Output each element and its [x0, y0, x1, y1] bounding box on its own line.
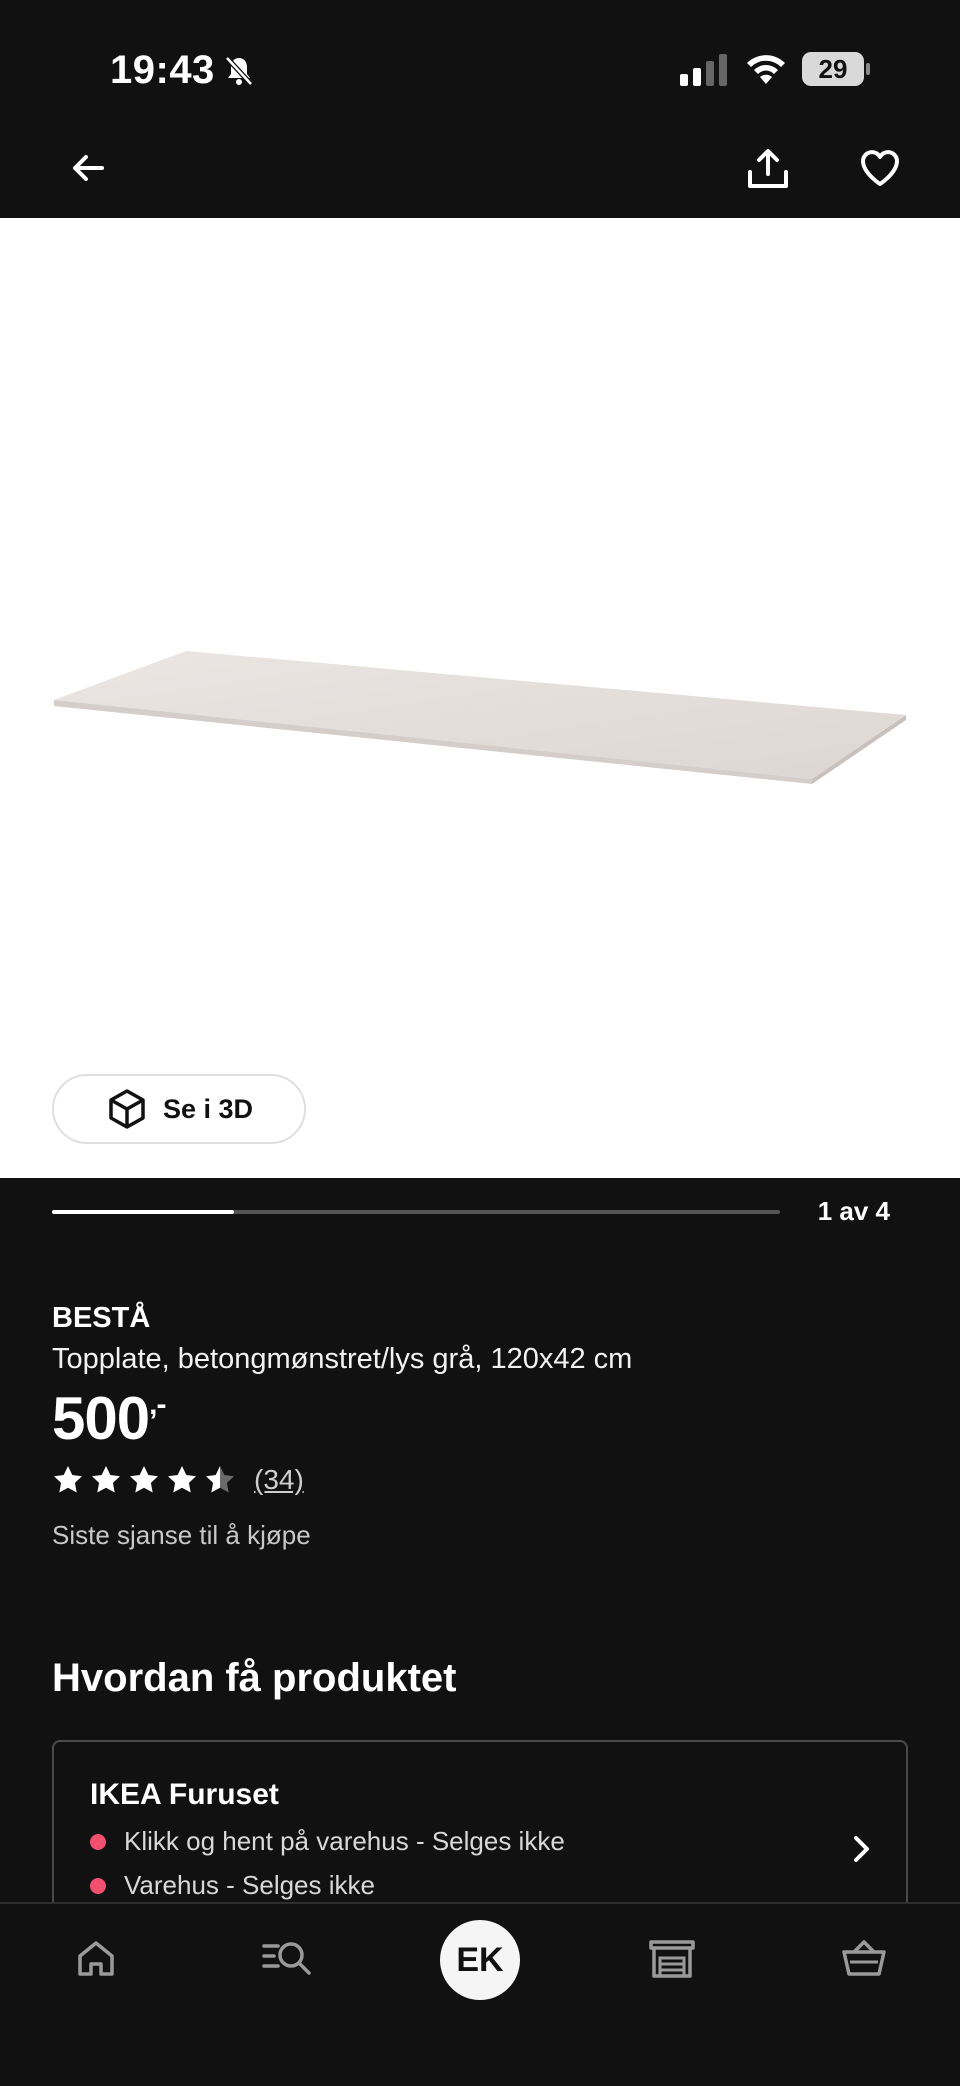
availability-note: Siste sjanse til å kjøpe: [52, 1520, 311, 1550]
availability-option: Klikk og hent på varehus - Selges ikke: [90, 1826, 565, 1857]
tab-basket[interactable]: [834, 1928, 894, 1988]
star-icon: [92, 1466, 120, 1493]
status-dot-icon: [90, 1833, 106, 1850]
tab-home[interactable]: [66, 1928, 126, 1988]
star-icon: [130, 1466, 158, 1493]
tab-profile-avatar[interactable]: EK: [440, 1920, 520, 2000]
share-button[interactable]: [740, 140, 796, 196]
cube-3d-icon: [109, 1089, 145, 1129]
favorite-button[interactable]: [852, 140, 908, 196]
basket-icon: [842, 1940, 886, 1976]
product-image-gallery[interactable]: [0, 218, 960, 1178]
battery-indicator: 29: [802, 52, 870, 86]
review-count-link[interactable]: (34): [254, 1464, 304, 1496]
product-image: [54, 651, 906, 784]
carousel-progress-fill: [52, 1210, 234, 1214]
star-icon: [206, 1466, 234, 1493]
store-name: IKEA Furuset: [90, 1778, 279, 1811]
top-navigation: [0, 130, 960, 218]
product-price: 500,-: [52, 1384, 166, 1453]
wifi-icon: [747, 55, 785, 84]
home-icon: [78, 1941, 114, 1976]
availability-option-label: Varehus - Selges ikke: [124, 1870, 375, 1900]
arrow-left-icon: [73, 155, 104, 181]
heart-icon: [861, 150, 899, 186]
product-rating[interactable]: (34): [52, 1464, 304, 1496]
how-to-get-title: Hvordan få produktet: [52, 1656, 457, 1700]
bell-muted-icon: [225, 56, 253, 86]
availability-option: Varehus - Selges ikke: [90, 1870, 375, 1901]
tab-search[interactable]: [258, 1928, 318, 1988]
product-brand: BESTÅ: [52, 1302, 151, 1334]
status-dot-icon: [90, 1877, 106, 1894]
product-description: Topplate, betongmønstret/lys grå, 120x42…: [52, 1343, 633, 1375]
status-time: 19:43: [110, 48, 215, 92]
share-icon: [748, 149, 788, 188]
view-in-3d-button[interactable]: Se i 3D: [52, 1074, 306, 1144]
tab-stores[interactable]: [642, 1928, 702, 1988]
star-icon: [168, 1466, 196, 1493]
back-button[interactable]: [60, 140, 116, 196]
price-suffix: ,-: [149, 1388, 166, 1421]
chevron-right-icon: [854, 1836, 869, 1862]
availability-option-label: Klikk og hent på varehus - Selges ikke: [124, 1826, 565, 1856]
carousel-progress-bar: [52, 1210, 780, 1214]
search-list-icon: [262, 1942, 311, 1975]
cellular-signal-icon: [680, 54, 727, 86]
carousel-counter: 1 av 4: [817, 1196, 890, 1226]
price-value: 500: [52, 1385, 150, 1452]
store-icon: [649, 1940, 695, 1978]
star-icon: [54, 1466, 82, 1493]
view-in-3d-label: Se i 3D: [162, 1093, 254, 1124]
battery-level: 29: [818, 54, 848, 84]
